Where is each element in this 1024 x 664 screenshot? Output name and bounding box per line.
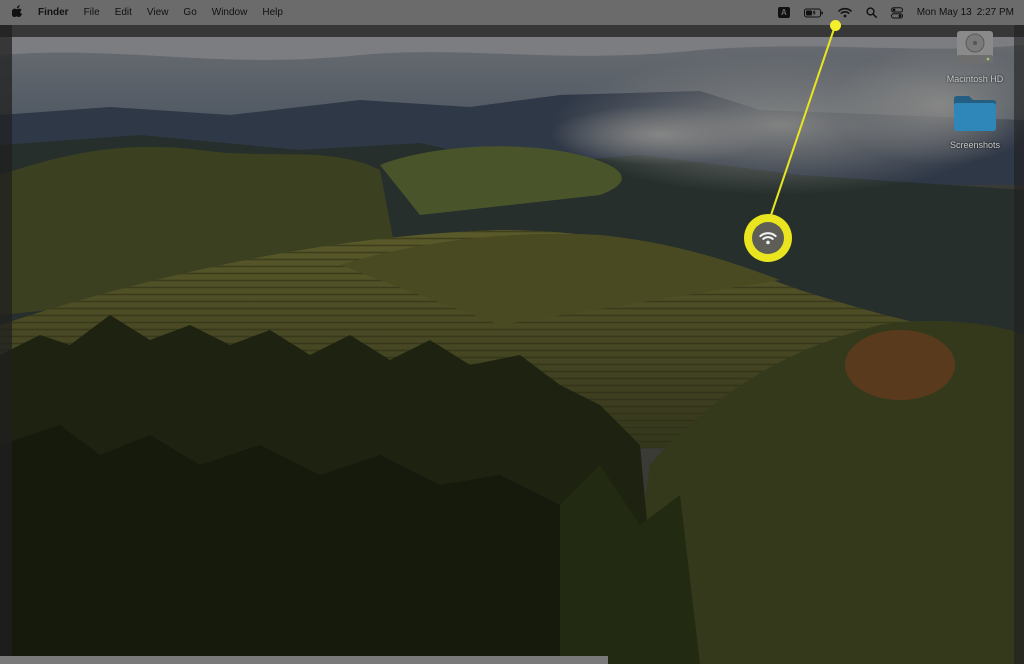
wallpaper-frame-top <box>0 25 1024 37</box>
desktop-wallpaper <box>0 25 1024 664</box>
desktop-icon-label: Screenshots <box>949 140 1001 150</box>
menu-edit[interactable]: Edit <box>115 7 132 18</box>
apple-logo-icon[interactable] <box>11 5 23 20</box>
desktop-icon-label: Macintosh HD <box>946 74 1004 84</box>
callout-anchor-dot <box>830 20 841 31</box>
wallpaper-frame-right <box>1014 25 1024 664</box>
clock-time: 2:27 PM <box>976 7 1014 18</box>
desktop-icon-screenshots[interactable]: Screenshots <box>940 93 1010 150</box>
wifi-callout <box>744 214 792 262</box>
bottom-strip <box>0 656 608 664</box>
menu-go[interactable]: Go <box>183 7 196 18</box>
battery-icon[interactable] <box>803 8 824 18</box>
wifi-icon[interactable] <box>837 7 852 18</box>
callout-inner <box>752 222 784 254</box>
menu-file[interactable]: File <box>84 7 100 18</box>
menu-bar-left: Finder File Edit View Go Window Help <box>11 5 298 20</box>
control-center-icon[interactable] <box>890 6 903 19</box>
menu-bar: Finder File Edit View Go Window Help A M… <box>0 0 1024 25</box>
wallpaper-frame-left <box>0 25 12 664</box>
wifi-icon <box>759 232 777 245</box>
clock-date: Mon May 13 <box>916 7 972 18</box>
desktop-icon-macintosh-hd[interactable]: Macintosh HD <box>940 27 1010 84</box>
search-icon[interactable] <box>866 7 877 18</box>
menu-window[interactable]: Window <box>212 7 248 18</box>
folder-icon <box>954 96 996 131</box>
input-source-badge: A <box>777 7 790 18</box>
keyboard-input-icon[interactable]: A <box>777 7 790 18</box>
menu-help[interactable]: Help <box>262 7 283 18</box>
menu-clock[interactable]: Mon May 13 2:27 PM <box>917 7 1014 18</box>
menu-bar-right: A Mon May 13 2:27 PM <box>764 6 1014 19</box>
menu-app-name[interactable]: Finder <box>38 7 69 18</box>
hard-drive-icon <box>957 31 993 63</box>
desktop[interactable]: Macintosh HD Screenshots <box>0 25 1024 664</box>
menu-view[interactable]: View <box>147 7 169 18</box>
